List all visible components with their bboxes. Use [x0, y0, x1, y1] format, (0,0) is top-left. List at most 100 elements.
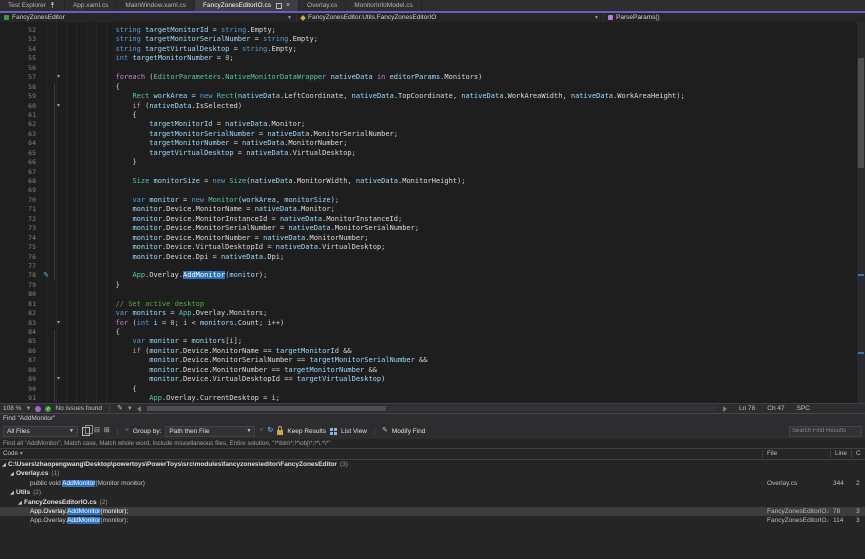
close-icon[interactable]: × [259, 426, 263, 436]
issues-status[interactable]: No issues found [55, 405, 102, 412]
code-line-88[interactable]: 88 monitor.Device.MonitorNumber == targe… [0, 366, 857, 375]
copy-results-icon[interactable] [82, 427, 90, 436]
column-separator[interactable] [762, 450, 763, 458]
result-group-row[interactable]: ◢Overlay.cs(1) [0, 469, 865, 478]
code-line-78[interactable]: 78✎ App.Overlay.AddMonitor(monitor); [0, 271, 857, 280]
code-editor[interactable]: 52 string targetMonitorId = string.Empty… [0, 22, 865, 403]
chevron-down-icon[interactable]: ▼ [25, 406, 31, 412]
code-line-84[interactable]: 84 { [0, 328, 857, 337]
code-line-80[interactable]: 80 [0, 290, 857, 299]
scroll-right-icon[interactable] [723, 406, 727, 412]
group-by-dropdown[interactable]: Path then File ▼ [165, 426, 255, 437]
close-icon[interactable]: × [286, 2, 290, 9]
code-line-63[interactable]: 63 targetMonitorSerialNumber = nativeDat… [0, 130, 857, 139]
code-line-58[interactable]: 58 { [0, 83, 857, 92]
fold-chevron-icon[interactable]: ▾ [52, 73, 65, 82]
lock-icon[interactable] [277, 430, 283, 435]
code-line-83[interactable]: 83▾ for (int i = 0; i < monitors.Count; … [0, 319, 857, 328]
chevron-down-icon[interactable]: ▼ [127, 406, 133, 412]
code-line-91[interactable]: 91 App.Overlay.CurrentDesktop = i; [0, 394, 857, 403]
project-dropdown[interactable]: FancyZonesEditor ▼ [0, 13, 297, 22]
document-health-icon[interactable] [35, 406, 41, 412]
fold-chevron-icon[interactable]: ▾ [52, 319, 65, 328]
tab-overlay-cs[interactable]: Overlay.cs [299, 0, 346, 11]
code-line-82[interactable]: 82 var monitors = App.Overlay.Monitors; [0, 309, 857, 318]
code-line-57[interactable]: 57▾ foreach (EditorParameters.NativeMoni… [0, 73, 857, 82]
tab-test-explorer[interactable]: Test Explorer [0, 0, 65, 11]
keep-open-icon[interactable] [276, 3, 282, 9]
pin-icon[interactable] [49, 1, 56, 11]
code-line-85[interactable]: 85 var monitor = monitors[i]; [0, 337, 857, 346]
code-line-76[interactable]: 76 monitor.Device.Dpi = nativeData.Dpi; [0, 253, 857, 262]
tab-app-xaml-cs[interactable]: App.xaml.cs [65, 0, 117, 11]
result-row[interactable]: App.Overlay.AddMonitor(monitor);FancyZon… [0, 516, 865, 525]
code-line-52[interactable]: 52 string targetMonitorId = string.Empty… [0, 26, 857, 35]
edit-marker-icon[interactable]: ✎ [40, 271, 52, 280]
result-row[interactable]: App.Overlay.AddMonitor(monitor);FancyZon… [0, 507, 865, 516]
column-file[interactable]: File [767, 449, 777, 459]
list-view-label[interactable]: List View [341, 428, 367, 435]
code-line-70[interactable]: 70 var monitor = new Monitor(workArea, m… [0, 196, 857, 205]
code-line-67[interactable]: 67 [0, 168, 857, 177]
code-line-79[interactable]: 79 } [0, 281, 857, 290]
code-line-75[interactable]: 75 monitor.Device.VirtualDesktopId = nat… [0, 243, 857, 252]
code-line-72[interactable]: 72 monitor.Device.MonitorInstanceId = na… [0, 215, 857, 224]
column-line[interactable]: Line [835, 449, 847, 459]
code-line-69[interactable]: 69 [0, 186, 857, 195]
code-line-73[interactable]: 73 monitor.Device.MonitorSerialNumber = … [0, 224, 857, 233]
column-separator[interactable] [830, 450, 831, 458]
tab-fancyzoneseditorio-cs[interactable]: FancyZonesEditorIO.cs× [195, 0, 299, 11]
panel-title[interactable]: Find "AddMonitor" [0, 414, 865, 423]
result-row[interactable]: public void AddMonitor(Monitor monitor)O… [0, 479, 865, 488]
column-code[interactable]: Code ▾ [3, 449, 23, 459]
code-line-61[interactable]: 61 { [0, 111, 857, 120]
code-line-68[interactable]: 68 Size monitorSize = new Size(nativeDat… [0, 177, 857, 186]
scrollbar-thumb[interactable] [147, 406, 386, 411]
keep-results-label[interactable]: Keep Results [287, 428, 326, 435]
zoom-level[interactable]: 108 % [3, 405, 21, 412]
code-line-74[interactable]: 74 monitor.Device.MonitorNumber = native… [0, 234, 857, 243]
scrollbar-thumb[interactable] [858, 58, 864, 168]
scroll-left-icon[interactable] [137, 406, 141, 412]
code-line-89[interactable]: 89▾ monitor.Device.VirtualDesktopId == t… [0, 375, 857, 384]
result-group-row[interactable]: ◢FancyZonesEditorIO.cs(2) [0, 498, 865, 507]
modify-find-label[interactable]: Modify Find [392, 428, 426, 435]
code-line-81[interactable]: 81 // Set active desktop [0, 300, 857, 309]
fold-chevron-icon[interactable]: ▾ [52, 375, 65, 384]
list-view-icon[interactable] [330, 428, 337, 435]
code-line-77[interactable]: 77 [0, 262, 857, 271]
modify-pencil-icon[interactable]: ✎ [382, 426, 388, 436]
collapse-all-icon[interactable]: ⊟ [94, 426, 100, 436]
code-line-66[interactable]: 66 } [0, 158, 857, 167]
code-line-65[interactable]: 65 targetVirtualDesktop = nativeData.Vir… [0, 149, 857, 158]
code-line-53[interactable]: 53 string targetMonitorSerialNumber = st… [0, 35, 857, 44]
code-line-56[interactable]: 56 [0, 64, 857, 73]
vertical-scrollbar[interactable] [857, 22, 865, 403]
code-line-71[interactable]: 71 monitor.Device.MonitorName = nativeDa… [0, 205, 857, 214]
code-line-64[interactable]: 64 targetMonitorNumber = nativeData.Moni… [0, 139, 857, 148]
code-line-54[interactable]: 54 string targetVirtualDesktop = string.… [0, 45, 857, 54]
search-find-results-input[interactable] [789, 426, 862, 437]
expand-all-icon[interactable]: ⊞ [104, 426, 110, 436]
horizontal-scrollbar[interactable] [147, 406, 717, 411]
column-col[interactable]: C [856, 449, 861, 459]
tab-mainwindow-xaml-cs[interactable]: MainWindow.xaml.cs [117, 0, 195, 11]
result-group-row[interactable]: ◢C:\Users\zhaopengwang\Desktop\powertoys… [0, 460, 865, 469]
result-group-row[interactable]: ◢Utils(2) [0, 488, 865, 497]
fold-chevron-icon[interactable]: ▾ [52, 102, 65, 111]
scope-dropdown[interactable]: All Files ▼ [3, 426, 78, 437]
type-dropdown[interactable]: FancyZonesEditor.Utils.FancyZonesEditorI… [297, 13, 604, 22]
code-line-59[interactable]: 59 Rect workArea = new Rect(nativeData.L… [0, 92, 857, 101]
column-separator[interactable] [851, 450, 852, 458]
code-line-62[interactable]: 62 targetMonitorId = nativeData.Monitor; [0, 120, 857, 129]
code-line-55[interactable]: 55 int targetMonitorNumber = 0; [0, 54, 857, 63]
code-line-86[interactable]: 86 if (monitor.Device.MonitorName == tar… [0, 347, 857, 356]
refresh-icon[interactable]: ↻ [267, 426, 273, 436]
code-line-60[interactable]: 60▾ if (nativeData.IsSelected) [0, 102, 857, 111]
tab-monitorinfomodel-cs[interactable]: MonitorInfoModel.cs [346, 0, 422, 11]
member-dropdown[interactable]: ParseParams() [604, 13, 865, 22]
pen-indicator-icon[interactable]: ✎ [117, 404, 123, 414]
code-line-90[interactable]: 90 { [0, 385, 857, 394]
code-line-87[interactable]: 87 monitor.Device.MonitorSerialNumber ==… [0, 356, 857, 365]
filter-icon[interactable]: ≡ [125, 426, 129, 436]
